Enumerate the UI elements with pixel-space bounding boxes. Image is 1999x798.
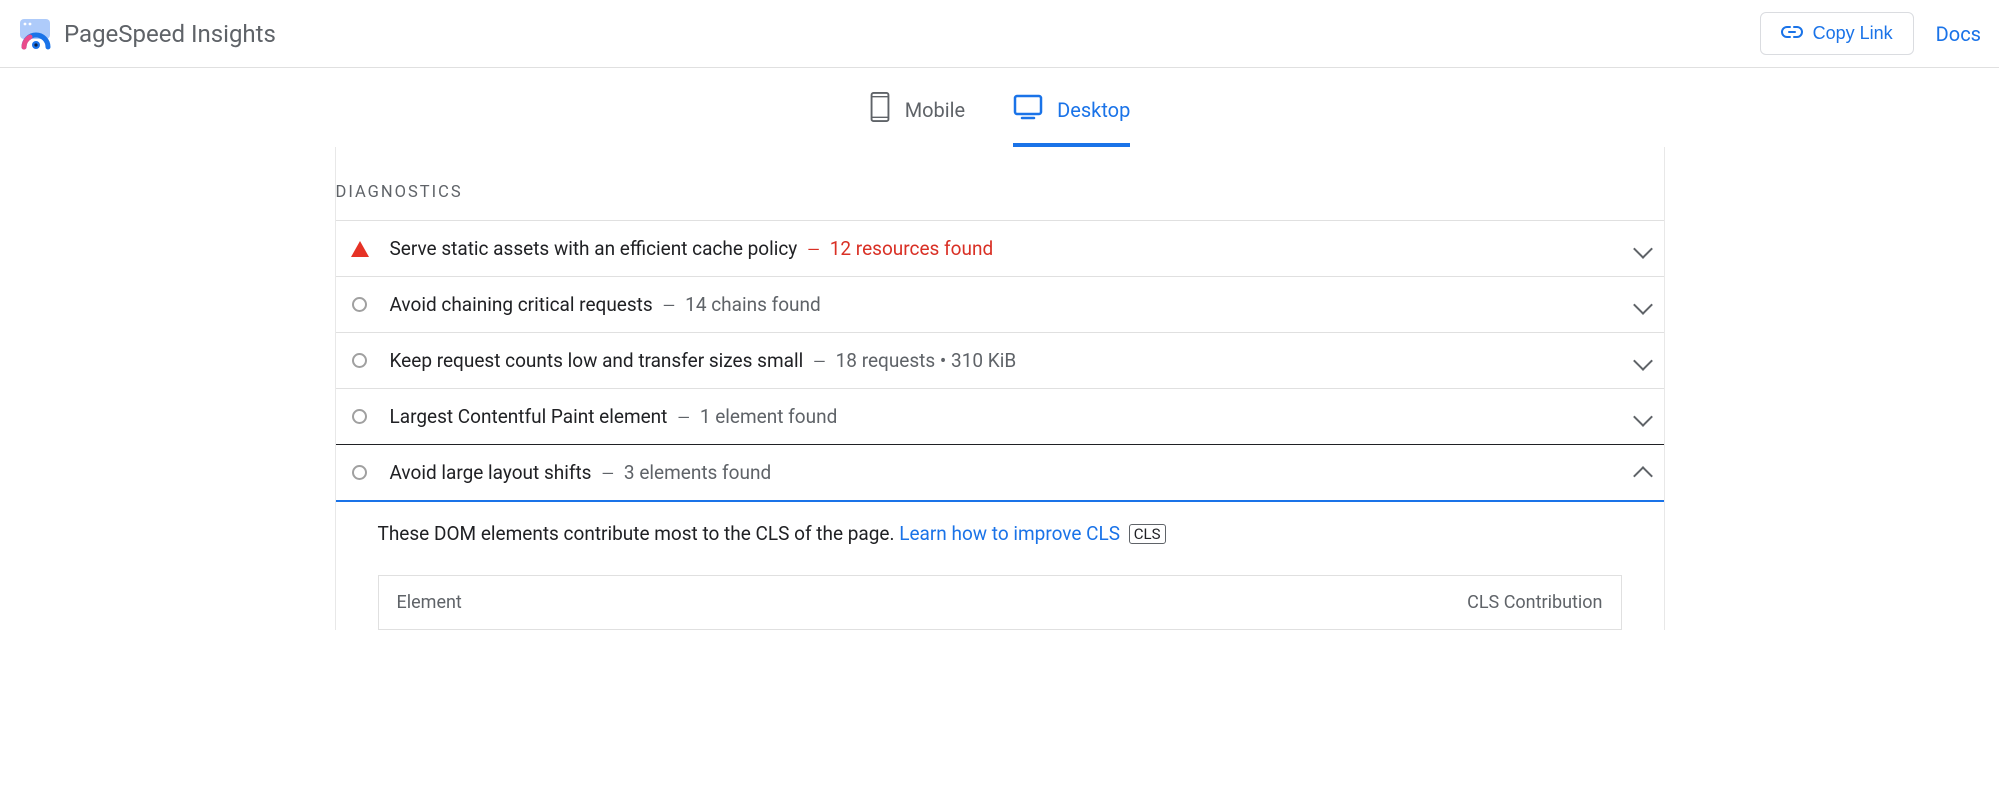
audit-detail: 18 requests • 310 KiB	[836, 349, 1017, 372]
audit-text: Avoid large layout shifts — 3 elements f…	[390, 461, 772, 484]
audit-detail: 1 element found	[700, 405, 837, 428]
device-tabs: Mobile Desktop	[0, 68, 1999, 147]
docs-link[interactable]: Docs	[1936, 22, 1981, 46]
dash: —	[807, 240, 820, 259]
audit-item-cache-policy[interactable]: Serve static assets with an efficient ca…	[336, 220, 1664, 276]
diagnostics-label: DIAGNOSTICS	[336, 183, 1664, 220]
audit-text: Avoid chaining critical requests — 14 ch…	[390, 293, 821, 316]
dash: —	[663, 296, 676, 315]
audit-title: Avoid chaining critical requests	[390, 293, 653, 316]
audit-detail: 3 elements found	[624, 461, 771, 484]
audit-expanded-body: These DOM elements contribute most to th…	[336, 502, 1664, 630]
audit-detail: 14 chains found	[685, 293, 821, 316]
audit-text: Largest Contentful Paint element — 1 ele…	[390, 405, 838, 428]
audit-text: Keep request counts low and transfer siz…	[390, 349, 1017, 372]
chevron-up-icon	[1633, 466, 1653, 486]
copy-link-button[interactable]: Copy Link	[1760, 12, 1914, 55]
col-element: Element	[397, 592, 462, 613]
dash: —	[601, 464, 614, 483]
pagespeed-logo-icon	[18, 17, 52, 51]
dash: —	[813, 352, 826, 371]
tab-desktop-label: Desktop	[1057, 98, 1130, 122]
audit-item-layout-shifts[interactable]: Avoid large layout shifts — 3 elements f…	[336, 444, 1664, 502]
info-circle-icon	[350, 351, 370, 371]
audit-title: Serve static assets with an efficient ca…	[390, 237, 798, 260]
app-title: PageSpeed Insights	[64, 20, 276, 48]
tab-desktop[interactable]: Desktop	[1013, 82, 1130, 147]
audit-description-text: These DOM elements contribute most to th…	[378, 522, 900, 545]
chevron-down-icon	[1633, 295, 1653, 315]
audit-item-chaining-requests[interactable]: Avoid chaining critical requests — 14 ch…	[336, 276, 1664, 332]
chevron-down-icon	[1633, 407, 1653, 427]
audit-text: Serve static assets with an efficient ca…	[390, 237, 994, 260]
info-circle-icon	[350, 463, 370, 483]
desktop-icon	[1013, 94, 1043, 125]
chevron-down-icon	[1633, 239, 1653, 259]
dash: —	[677, 408, 690, 427]
audit-description: These DOM elements contribute most to th…	[378, 522, 1622, 545]
warning-triangle-icon	[350, 239, 370, 259]
audit-title: Avoid large layout shifts	[390, 461, 592, 484]
link-icon	[1781, 23, 1803, 44]
chevron-down-icon	[1633, 351, 1653, 371]
audit-title: Keep request counts low and transfer siz…	[390, 349, 804, 372]
audit-title: Largest Contentful Paint element	[390, 405, 668, 428]
col-cls-contribution: CLS Contribution	[1467, 592, 1602, 613]
app-header: PageSpeed Insights Copy Link Docs	[0, 0, 1999, 68]
info-circle-icon	[350, 295, 370, 315]
audit-item-lcp-element[interactable]: Largest Contentful Paint element — 1 ele…	[336, 388, 1664, 444]
audit-item-request-counts[interactable]: Keep request counts low and transfer siz…	[336, 332, 1664, 388]
tab-mobile-label: Mobile	[905, 98, 965, 122]
audit-detail: 12 resources found	[830, 237, 993, 260]
header-left: PageSpeed Insights	[18, 17, 276, 51]
tab-mobile[interactable]: Mobile	[869, 82, 965, 147]
cls-badge: CLS	[1129, 524, 1166, 544]
cls-elements-table: Element CLS Contribution	[378, 575, 1622, 630]
table-header-row: Element CLS Contribution	[379, 576, 1621, 629]
diagnostics-panel: DIAGNOSTICS Serve static assets with an …	[335, 147, 1665, 630]
header-right: Copy Link Docs	[1760, 12, 1981, 55]
mobile-icon	[869, 92, 891, 127]
info-circle-icon	[350, 407, 370, 427]
copy-link-label: Copy Link	[1813, 23, 1893, 44]
learn-cls-link[interactable]: Learn how to improve CLS	[899, 522, 1120, 545]
